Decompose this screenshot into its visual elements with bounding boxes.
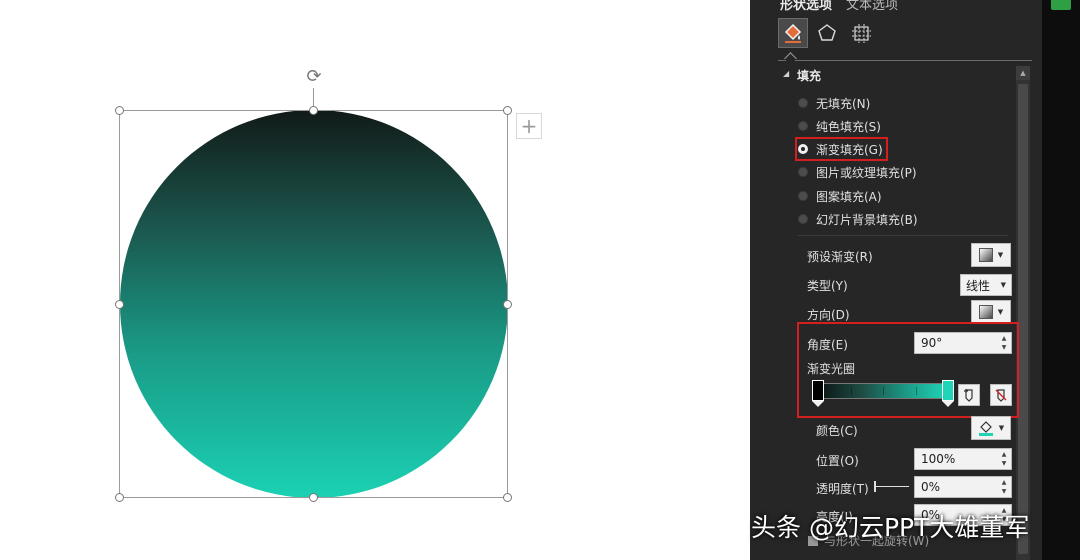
type-value: 线性	[966, 278, 991, 293]
gradient-bar-tick	[915, 387, 917, 395]
chevron-down-icon: ▼	[1000, 281, 1006, 289]
gradient-stop-1[interactable]	[812, 380, 824, 401]
chevron-down-icon: ▼	[997, 308, 1004, 316]
radio-label: 纯色填充(S)	[816, 119, 881, 134]
tab-text-options[interactable]: 文本选项	[846, 0, 898, 13]
gradient-stop-pointer-icon	[942, 401, 954, 407]
radio-button[interactable]	[798, 121, 808, 131]
fill-section-header[interactable]: 填充	[797, 67, 821, 84]
transparency-value: 0%	[921, 480, 941, 494]
resize-handle-top[interactable]	[309, 106, 318, 115]
resize-handle-top-right[interactable]	[503, 106, 512, 115]
preset-gradient-dropdown[interactable]: ▼	[971, 243, 1011, 267]
color-label: 颜色(C)	[816, 424, 858, 438]
gradient-direction-icon	[978, 305, 993, 319]
direction-dropdown[interactable]: ▼	[971, 300, 1011, 324]
direction-label: 方向(D)	[807, 308, 850, 322]
radio-button[interactable]	[798, 98, 808, 108]
radio-label: 幻灯片背景填充(B)	[816, 212, 918, 227]
radio-solid-fill[interactable]: 纯色填充(S)	[798, 117, 881, 135]
transparency-slider[interactable]	[876, 486, 909, 487]
section-divider	[798, 235, 1008, 236]
spinner-arrows-icon[interactable]: ▲ ▼	[1000, 450, 1008, 468]
transparency-label: 透明度(T)	[816, 482, 869, 496]
radio-no-fill[interactable]: 无填充(N)	[798, 94, 870, 112]
slide-canvas[interactable]: ⟳ +	[0, 0, 750, 560]
resize-handle-right[interactable]	[503, 300, 512, 309]
scrollbar-thumb[interactable]	[1018, 84, 1028, 554]
preset-gradient-label: 预设渐变(R)	[807, 250, 873, 264]
resize-handle-bottom[interactable]	[309, 493, 318, 502]
layout-options-button[interactable]: +	[516, 113, 542, 139]
tab-shape-options[interactable]: 形状选项	[780, 0, 832, 13]
gradient-swatch-icon	[978, 248, 993, 262]
category-pointer	[784, 52, 797, 65]
gradient-stop-2[interactable]	[942, 380, 954, 401]
resize-handle-left[interactable]	[115, 300, 124, 309]
chevron-down-icon: ▼	[997, 251, 1004, 259]
selection-box	[119, 110, 508, 498]
highlight-box	[795, 137, 888, 161]
radio-label: 图案填充(A)	[816, 189, 882, 204]
type-label: 类型(Y)	[807, 279, 848, 293]
resize-handle-bottom-right[interactable]	[503, 493, 512, 502]
highlight-box	[797, 322, 1019, 418]
rotate-handle-stem	[313, 88, 314, 108]
resize-handle-top-left[interactable]	[115, 106, 124, 115]
collapse-caret-icon[interactable]: ◢	[783, 69, 789, 78]
resize-handle-bottom-left[interactable]	[115, 493, 124, 502]
radio-slide-background-fill[interactable]: 幻灯片背景填充(B)	[798, 210, 918, 228]
color-dropdown[interactable]: ▼	[971, 416, 1011, 440]
position-value: 100%	[921, 452, 956, 466]
position-label: 位置(O)	[816, 454, 859, 468]
chevron-down-icon: ▼	[998, 424, 1005, 432]
position-input[interactable]: 100% ▲ ▼	[914, 448, 1012, 470]
radio-button[interactable]	[798, 191, 808, 201]
radio-label: 图片或纹理填充(P)	[816, 165, 917, 180]
type-dropdown[interactable]: 线性 ▼	[960, 274, 1012, 296]
radio-picture-texture-fill[interactable]: 图片或纹理填充(P)	[798, 163, 917, 181]
transparency-input[interactable]: 0% ▲ ▼	[914, 476, 1012, 498]
format-shape-pane: 形状选项 文本选项 ▲ ◢ 填充 无填充(N) 纯色填充(S) 渐变填充(G)	[750, 0, 1042, 560]
green-status-icon	[1051, 0, 1071, 10]
watermark-text: 头条 @幻云PPT大雄董军	[751, 513, 1030, 542]
effects-pentagon-icon[interactable]	[812, 18, 842, 48]
paint-bucket-icon	[978, 421, 993, 436]
size-properties-icon[interactable]	[846, 18, 876, 48]
gradient-bar-tick	[883, 387, 884, 395]
radio-label: 无填充(N)	[816, 96, 871, 111]
scroll-up-icon[interactable]: ▲	[1016, 66, 1030, 80]
spinner-arrows-icon[interactable]: ▲ ▼	[1000, 478, 1008, 496]
radio-button[interactable]	[798, 167, 808, 177]
right-edge-strip	[1042, 0, 1080, 560]
rotate-handle-icon[interactable]: ⟳	[303, 66, 325, 88]
category-divider	[778, 60, 1032, 61]
gradient-stop-pointer-icon	[812, 401, 824, 407]
fill-line-icon[interactable]	[778, 18, 808, 48]
radio-pattern-fill[interactable]: 图案填充(A)	[798, 187, 882, 205]
radio-button[interactable]	[798, 214, 808, 224]
gradient-bar-tick	[850, 387, 852, 395]
